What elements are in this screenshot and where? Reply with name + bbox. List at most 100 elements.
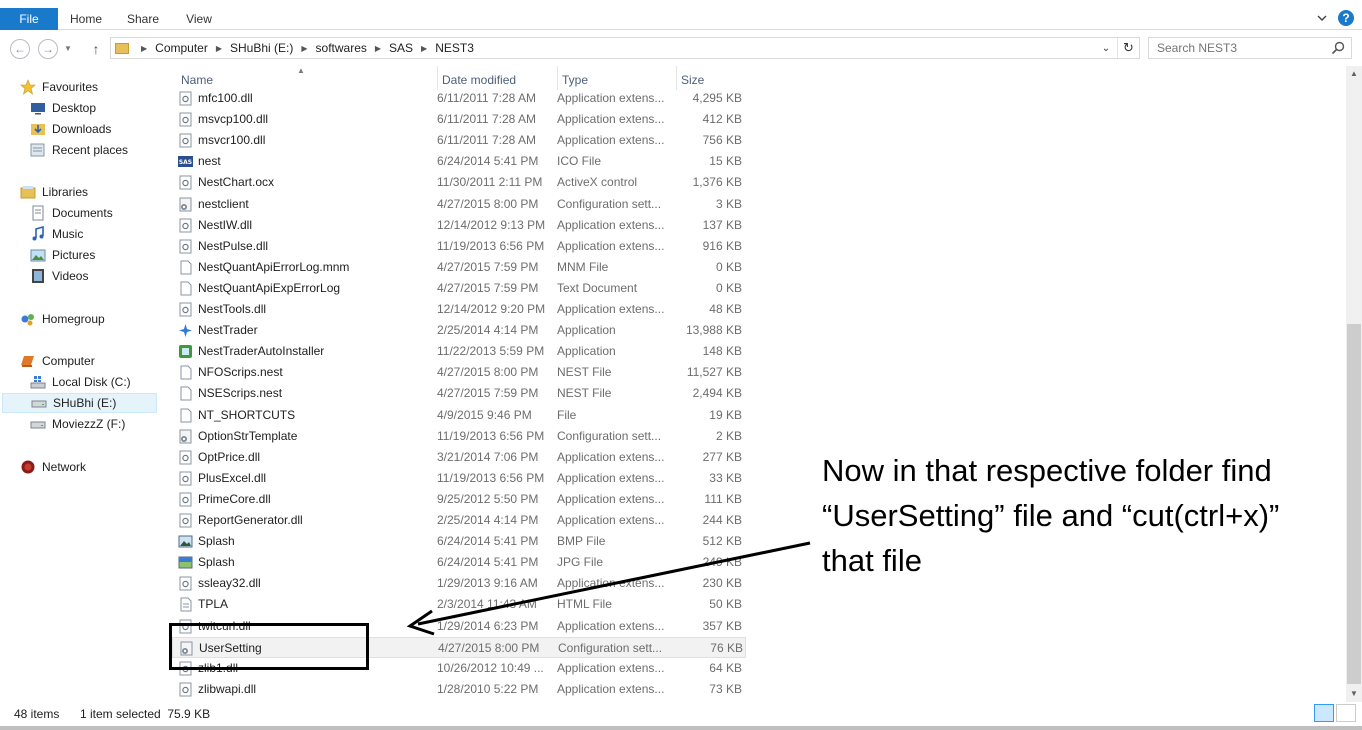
file-row[interactable]: NestTrader 2/25/2014 4:14 PM Application 13…	[172, 320, 746, 341]
column-header-date[interactable]: Date modified	[437, 66, 551, 90]
nav-homegroup[interactable]: Homegroup	[0, 309, 158, 329]
file-size: 277 KB	[702, 449, 742, 464]
address-bar[interactable]: ▶ Computer ▶ SHuBhi (E:) ▶ softwares ▶ S…	[110, 37, 1140, 59]
breadcrumb-computer[interactable]: Computer	[155, 41, 208, 55]
file-type: HTML File	[557, 597, 612, 612]
vertical-scrollbar[interactable]: ▲ ▼	[1346, 66, 1362, 702]
file-row[interactable]: NT_SHORTCUTS 4/9/2015 9:46 PM File 19 KB	[172, 405, 746, 426]
file-row[interactable]: nestclient 4/27/2015 8:00 PM Configuration…	[172, 194, 746, 215]
file-row[interactable]: Splash 6/24/2014 5:41 PM JPG File 249 KB	[172, 552, 746, 573]
search-icon[interactable]	[1331, 41, 1345, 55]
search-input[interactable]	[1149, 38, 1319, 58]
file-row[interactable]: NestTraderAutoInstaller 11/22/2013 5:59 P…	[172, 341, 746, 362]
file-size: 3 KB	[715, 196, 742, 211]
breadcrumb-softwares[interactable]: softwares	[316, 41, 367, 55]
tab-share[interactable]: Share	[118, 8, 168, 30]
address-dropdown-chevron-icon[interactable]: ⌄	[1095, 43, 1117, 54]
file-row[interactable]: NSEScrips.nest 4/27/2015 7:59 PM NEST File…	[172, 383, 746, 404]
file-row[interactable]: NFOScrips.nest 4/27/2015 8:00 PM NEST File…	[172, 362, 746, 383]
file-type: Application extens...	[557, 576, 665, 591]
file-row[interactable]: TPLA 2/3/2014 11:43 AM HTML File 50 KB	[172, 594, 746, 615]
back-button[interactable]: ←	[10, 39, 30, 59]
annotation-line: Now in that respective folder find	[822, 453, 1272, 488]
file-date-modified: 1/29/2013 9:16 AM	[437, 576, 538, 591]
file-row[interactable]: NestQuantApiExpErrorLog 4/27/2015 7:59 PM…	[172, 278, 746, 299]
forward-button[interactable]: →	[38, 39, 58, 59]
nav-videos[interactable]: Videos	[0, 266, 158, 286]
file-row[interactable]: PrimeCore.dll 9/25/2012 5:50 PM Applicatio…	[172, 489, 746, 510]
file-row[interactable]: PlusExcel.dll 11/19/2013 6:56 PM Applicati…	[172, 468, 746, 489]
file-type: Application extens...	[557, 217, 665, 232]
file-row[interactable]: OptPrice.dll 3/21/2014 7:06 PM Application…	[172, 447, 746, 468]
nav-music[interactable]: Music	[0, 224, 158, 244]
file-type: Application extens...	[557, 513, 665, 527]
file-row[interactable]: mfc100.dll 6/11/2011 7:28 AM Application e…	[172, 88, 746, 109]
nav-shubhi-e[interactable]: SHuBhi (E:)	[2, 393, 157, 413]
file-row[interactable]: NestQuantApiErrorLog.mnm 4/27/2015 7:59 P…	[172, 257, 746, 278]
nav-desktop[interactable]: Desktop	[0, 98, 158, 118]
file-size: 111 KB	[704, 491, 742, 506]
column-header-name[interactable]: Name	[177, 66, 433, 90]
file-row[interactable]: msvcr100.dll 6/11/2011 7:28 AM Application…	[172, 130, 746, 151]
file-row[interactable]: zlibwapi.dll 1/28/2010 5:22 PM Application…	[172, 679, 746, 700]
nav-libraries[interactable]: Libraries	[0, 182, 158, 202]
help-icon[interactable]: ?	[1338, 10, 1354, 26]
scroll-down-arrow-icon[interactable]: ▼	[1346, 686, 1362, 702]
nav-documents[interactable]: Documents	[0, 203, 158, 223]
breadcrumb-nest3[interactable]: NEST3	[435, 41, 474, 55]
file-row[interactable]: NestPulse.dll 11/19/2013 6:56 PM Applicati…	[172, 236, 746, 257]
nav-pictures[interactable]: Pictures	[0, 245, 158, 265]
column-header-type[interactable]: Type	[557, 66, 669, 90]
file-name: Splash	[198, 555, 235, 570]
nav-network[interactable]: Network	[0, 457, 158, 477]
pictures-icon	[30, 249, 46, 262]
up-one-level-button[interactable]: ↑	[88, 39, 104, 59]
file-type: Application extens...	[557, 133, 665, 148]
file-size: 76 KB	[710, 640, 743, 655]
nav-downloads[interactable]: Downloads	[0, 119, 158, 139]
file-row[interactable]: OptionStrTemplate 11/19/2013 6:56 PM Confi…	[172, 426, 746, 447]
file-row[interactable]: ssleay32.dll 1/29/2013 9:16 AM Application…	[172, 573, 746, 594]
file-row[interactable]: SAS nest 6/24/2014 5:41 PM ICO File 15 KB	[172, 151, 746, 172]
file-row[interactable]: NestIW.dll 12/14/2012 9:13 PM Application …	[172, 215, 746, 236]
nav-recent-places[interactable]: Recent places	[0, 140, 158, 160]
file-row[interactable]: NestChart.ocx 11/30/2011 2:11 PM ActiveX c…	[172, 172, 746, 193]
dll-file-icon	[179, 218, 192, 233]
expand-ribbon-chevron-icon[interactable]	[1316, 12, 1328, 24]
file-size: 1,376 KB	[692, 175, 742, 190]
large-icons-view-icon[interactable]	[1336, 704, 1356, 722]
refresh-icon[interactable]: ↻	[1117, 38, 1139, 58]
folder-icon	[115, 42, 129, 54]
nav-moviezzz-f[interactable]: MoviezzZ (F:)	[0, 414, 158, 434]
file-type: Application extens...	[557, 112, 665, 127]
file-type: NEST File	[557, 386, 612, 401]
tab-file[interactable]: File	[0, 8, 58, 30]
file-row[interactable]: Splash 6/24/2014 5:41 PM BMP File 512 KB	[172, 531, 746, 552]
breadcrumb-drive[interactable]: SHuBhi (E:)	[230, 41, 293, 55]
details-view-icon[interactable]	[1314, 704, 1334, 722]
file-list: ▲ Name Date modified Type Size mfc100.dl…	[160, 66, 1346, 702]
ribbon: File Home Share View ?	[0, 0, 1362, 30]
doc-file-icon	[180, 597, 192, 612]
breadcrumb-separator-icon: ▶	[374, 43, 382, 53]
nav-local-disk-c[interactable]: Local Disk (C:)	[0, 372, 158, 392]
search-box[interactable]	[1148, 37, 1352, 59]
tab-home[interactable]: Home	[62, 8, 110, 30]
recent-places-icon	[30, 143, 45, 157]
scroll-up-arrow-icon[interactable]: ▲	[1346, 66, 1362, 82]
nav-computer[interactable]: Computer	[0, 351, 158, 371]
file-row[interactable]: ReportGenerator.dll 2/25/2014 4:14 PM Appl…	[172, 510, 746, 531]
dll-file-icon	[179, 175, 192, 190]
file-row[interactable]: msvcp100.dll 6/11/2011 7:28 AM Application…	[172, 109, 746, 130]
file-date-modified: 3/21/2014 7:06 PM	[437, 449, 539, 464]
file-size: 2,494 KB	[692, 386, 742, 401]
column-header-size[interactable]: Size	[676, 66, 746, 90]
breadcrumb-sas[interactable]: SAS	[389, 41, 413, 55]
file-row[interactable]: NestTools.dll 12/14/2012 9:20 PM Applicati…	[172, 299, 746, 320]
nav-favourites[interactable]: Favourites	[0, 77, 158, 97]
tab-view[interactable]: View	[178, 8, 220, 30]
drive-icon	[30, 421, 46, 429]
file-name: msvcr100.dll	[198, 133, 266, 148]
file-type: Configuration sett...	[558, 640, 663, 655]
recent-locations-dropdown[interactable]: ▼	[64, 41, 76, 57]
